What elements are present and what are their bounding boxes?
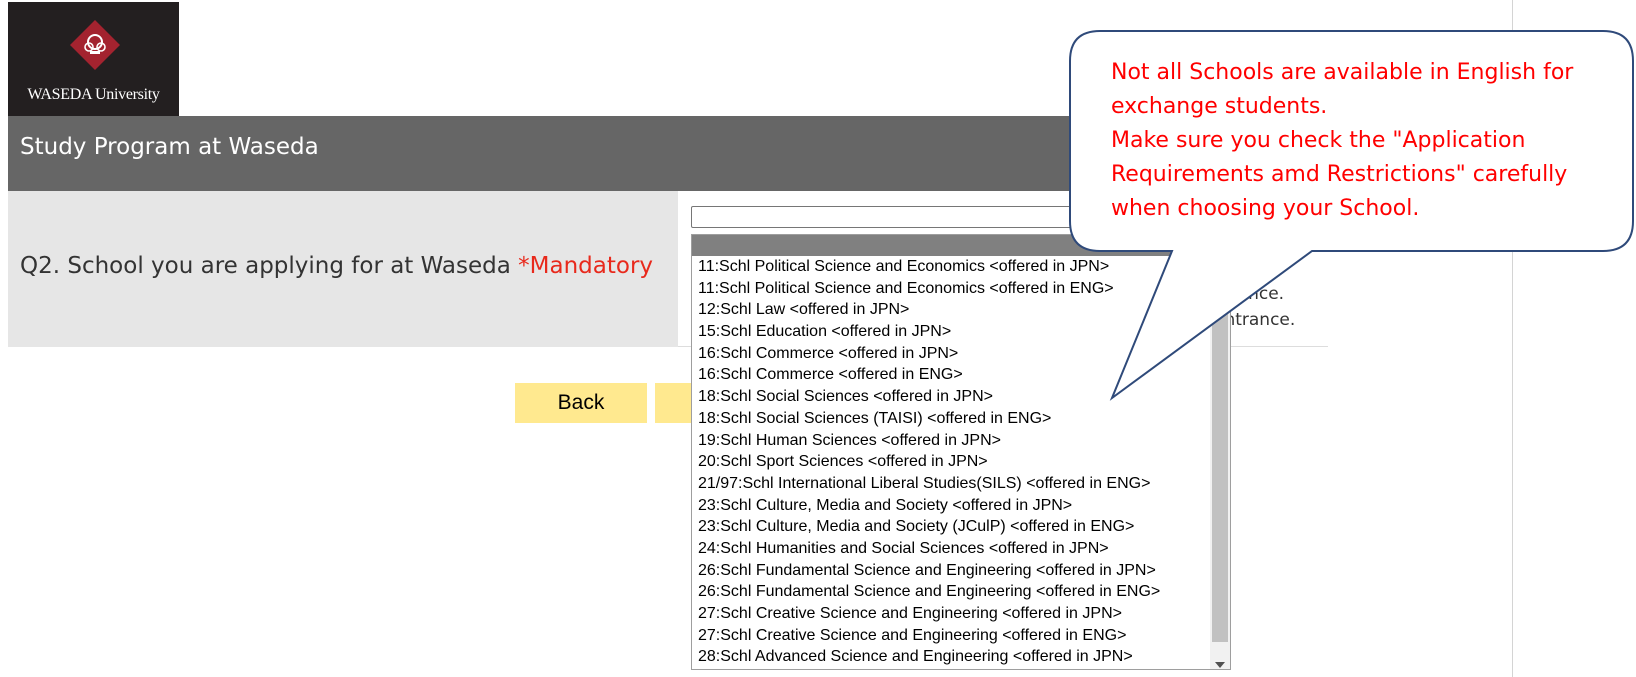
dropdown-option[interactable]: 16:Schl Commerce <offered in ENG> [692,364,1211,386]
scroll-down-arrow-icon[interactable] [1215,662,1225,668]
callout-line: when choosing your School. [1111,196,1420,221]
dropdown-options: 11:Schl Political Science and Economics … [692,256,1211,668]
dropdown-option[interactable]: 18:Schl Social Sciences <offered in JPN> [692,386,1211,408]
question-text: Q2. School you are applying for at Wased… [20,253,511,279]
dropdown-option[interactable]: 11:Schl Political Science and Economics … [692,278,1211,300]
dropdown-option[interactable]: 11:Schl Political Science and Economics … [692,256,1211,278]
dropdown-option[interactable]: 24:Schl Humanities and Social Sciences <… [692,538,1211,560]
dropdown-option[interactable]: 16:Schl Commerce <offered in JPN> [692,343,1211,365]
dropdown-option[interactable]: 27:Schl Creative Science and Engineering… [692,625,1211,647]
dropdown-option[interactable]: 20:Schl Sport Sciences <offered in JPN> [692,451,1211,473]
note-text-1: trance. [1224,284,1285,304]
dropdown-option[interactable]: 12:Schl Law <offered in JPN> [692,299,1211,321]
callout-line: Make sure you check the "Application [1111,128,1526,153]
dropdown-scrollbar[interactable] [1210,256,1230,669]
school-dropdown-list[interactable]: 11:Schl Political Science and Economics … [691,234,1231,670]
dropdown-option[interactable]: 15:Schl Education <offered in JPN> [692,321,1211,343]
dropdown-option[interactable]: 28:Schl Advanced Science and Engineering… [692,646,1211,668]
mandatory-marker: *Mandatory [518,253,654,279]
back-button[interactable]: Back [515,383,647,423]
callout-line: Requirements amd Restrictions" carefully [1111,162,1568,187]
callout-text: Not all Schools are available in English… [1111,56,1611,226]
dropdown-option[interactable]: 26:Schl Fundamental Science and Engineer… [692,581,1211,603]
scrollbar-thumb[interactable] [1212,256,1228,642]
waseda-emblem-icon [70,20,120,70]
school-select[interactable] [691,206,1103,228]
callout-line: Not all Schools are available in English… [1111,60,1574,85]
logo-text: WASEDA University [27,86,160,103]
dropdown-option[interactable]: 26:Schl Fundamental Science and Engineer… [692,560,1211,582]
dropdown-option[interactable]: 19:Schl Human Sciences <offered in JPN> [692,430,1211,452]
question-label: Q2. School you are applying for at Wased… [20,253,653,279]
dropdown-option[interactable]: 23:Schl Culture, Media and Society (JCul… [692,516,1211,538]
dropdown-option[interactable]: 23:Schl Culture, Media and Society <offe… [692,495,1211,517]
callout-line: exchange students. [1111,94,1328,119]
question-row: Q2. School you are applying for at Wased… [8,191,678,347]
dropdown-option[interactable]: 27:Schl Creative Science and Engineering… [692,603,1211,625]
page-title: Study Program at Waseda [20,134,319,160]
waseda-logo[interactable]: WASEDA University [8,2,179,116]
dropdown-selected-option[interactable] [692,235,1230,256]
dropdown-option[interactable]: 18:Schl Social Sciences (TAISI) <offered… [692,408,1211,430]
dropdown-option[interactable]: 21/97:Schl International Liberal Studies… [692,473,1211,495]
